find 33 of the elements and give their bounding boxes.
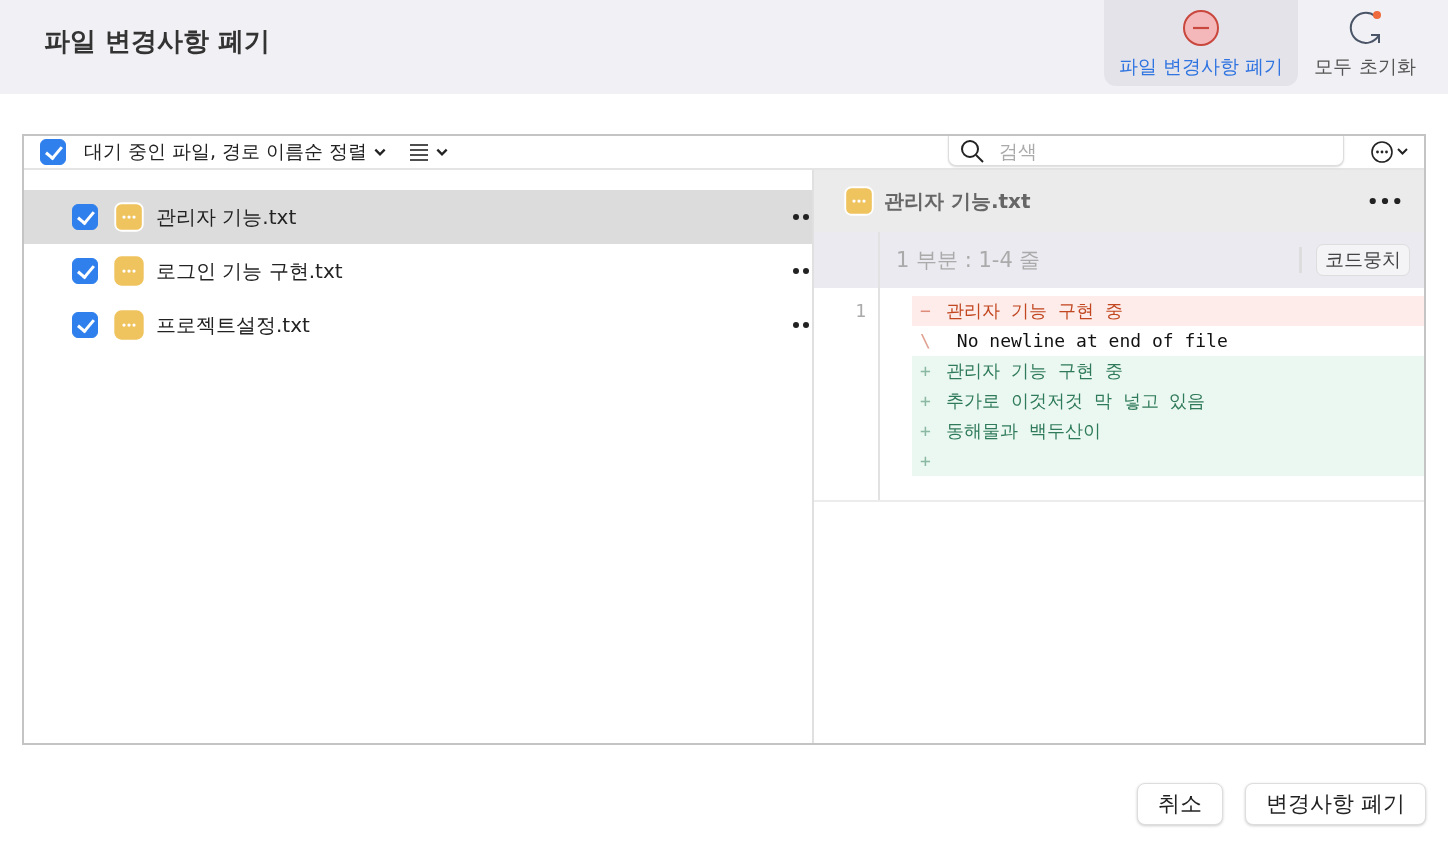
line-number: 1 [855,300,866,321]
toolbar-button[interactable]: 파일 변경사항 폐기 [1104,0,1298,86]
file-row[interactable]: 로그인 기능 구현.txt [24,244,812,298]
checkbox[interactable] [40,139,66,165]
more-icon[interactable] [792,212,812,222]
window-title: 파일 변경사항 폐기 [44,25,271,58]
note-line: \ No newline at end of file [919,329,1229,353]
more-icon[interactable] [792,266,812,276]
more-icon[interactable] [792,320,812,330]
file-name: 프로젝트설정.txt [156,311,311,339]
search-icon [960,139,984,163]
modified-file-icon [114,202,144,232]
checkbox[interactable] [72,312,98,338]
file-row[interactable]: 관리자 기능.txt [24,190,812,244]
list-icon[interactable] [409,142,430,162]
modified-file-icon [844,186,874,216]
diff-file-name: 관리자 기능.txt [884,187,1032,215]
discard-button[interactable]: 변경사항 폐기 [1245,783,1426,825]
modified-file-icon [114,310,144,340]
hunk-header: 1 부분 : 1-4 줄 [896,247,1042,274]
minus-circle-icon [1181,8,1221,48]
more-icon[interactable] [1368,196,1402,206]
checkbox[interactable] [72,258,98,284]
search-field[interactable]: 검색 [948,136,1344,166]
checkbox[interactable] [72,204,98,230]
sort-dropdown[interactable]: 대기 중인 파일, 경로 이름순 정렬 [66,139,368,165]
file-name: 관리자 기능.txt [156,203,298,231]
cancel-button[interactable]: 취소 [1137,783,1223,825]
toolbar-button[interactable]: 모두 초기화 [1306,0,1424,86]
file-name: 로그인 기능 구현.txt [156,257,344,285]
file-row[interactable]: 프로젝트설정.txt [24,298,812,352]
modified-file-icon [114,256,144,286]
hunk-button[interactable]: 코드뭉치 [1316,244,1410,276]
